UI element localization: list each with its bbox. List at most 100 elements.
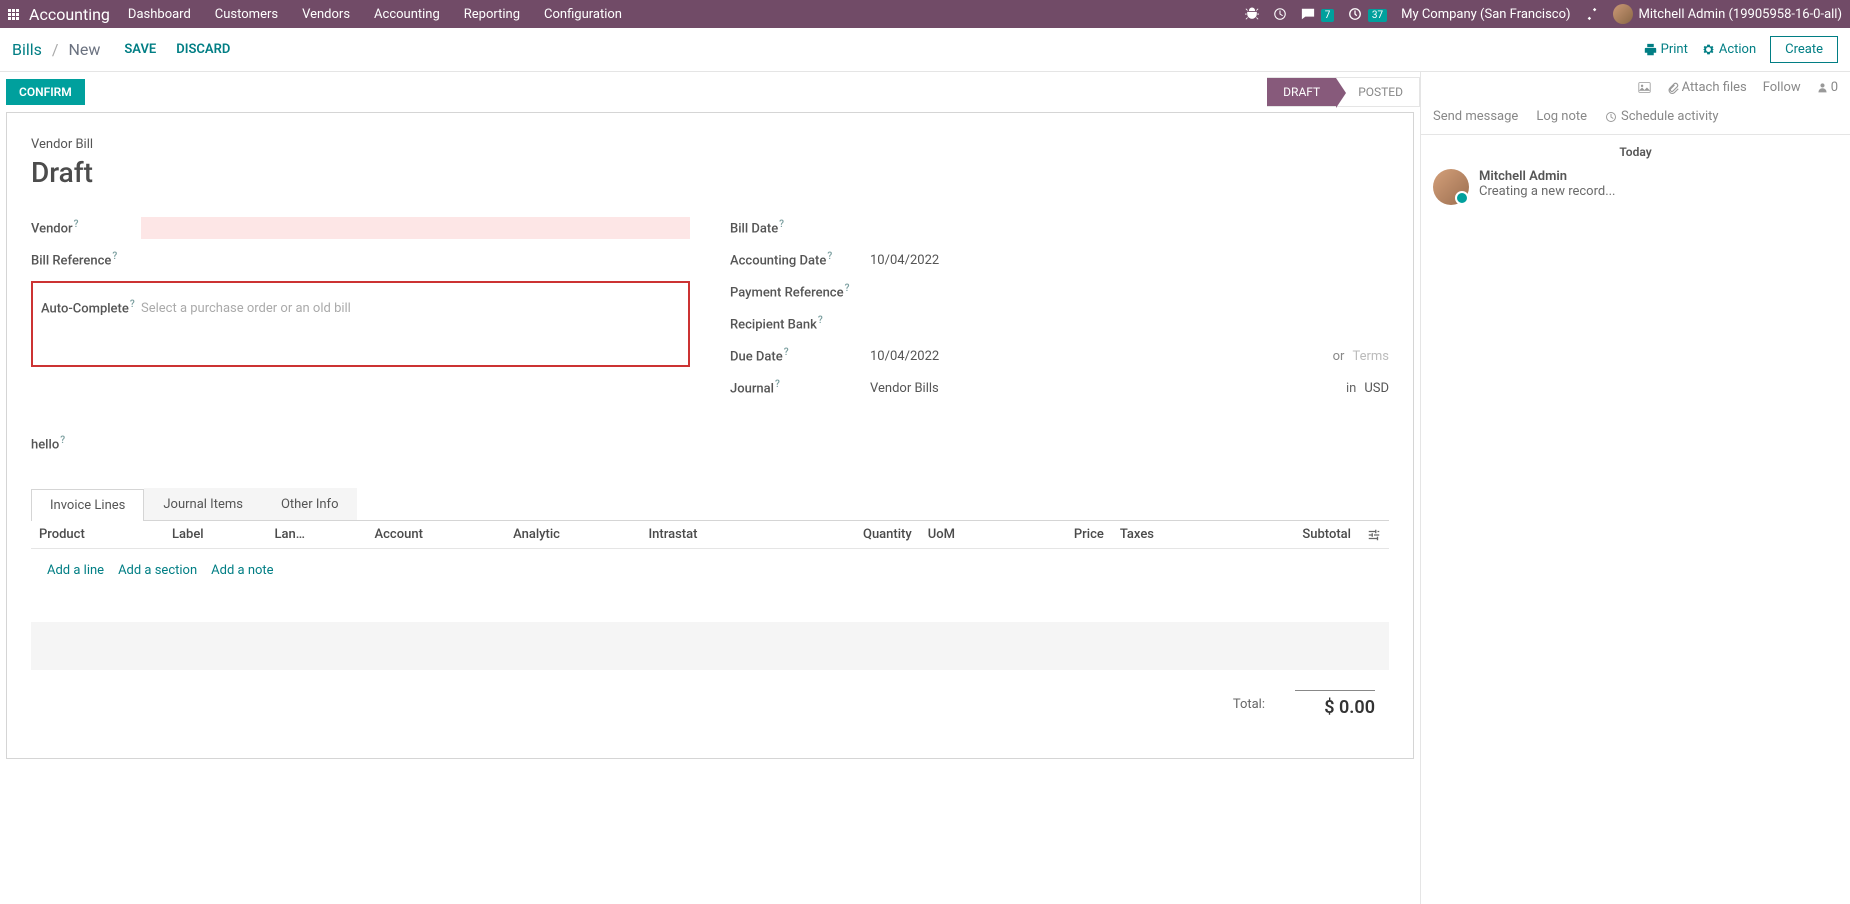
nav-dashboard[interactable]: Dashboard [128,7,191,22]
bill-date-input[interactable] [870,224,1389,232]
form-sheet: Vendor Bill Draft Vendor? Bill Reference… [6,112,1414,759]
clock-outline-icon [1605,111,1617,123]
confirm-button[interactable]: CONFIRM [6,79,85,105]
followers-count[interactable]: 0 [1817,80,1838,95]
add-line-link[interactable]: Add a line [47,563,104,578]
log-note-link[interactable]: Log note [1536,109,1587,124]
in-text: in [1346,381,1356,396]
user-name: Mitchell Admin (19905958-16-0-all) [1639,7,1842,22]
form-subtitle: Vendor Bill [31,137,1389,152]
send-message-link[interactable]: Send message [1433,109,1518,124]
breadcrumb: Bills / New [12,40,100,59]
msg-avatar [1433,169,1469,205]
user-avatar [1613,4,1633,24]
nav-accounting[interactable]: Accounting [374,7,440,22]
gear-icon [1702,43,1715,56]
sliders-icon [1367,528,1381,542]
pay-ref-input[interactable] [870,288,1389,296]
paperclip-icon [1667,82,1679,94]
label-journal: Journal? [730,379,870,396]
label-pay-ref: Payment Reference? [730,283,870,300]
image-icon [1638,81,1651,94]
th-price[interactable]: Price [1013,521,1112,549]
nav-reporting[interactable]: Reporting [464,7,520,22]
nav-vendors[interactable]: Vendors [302,7,350,22]
user-menu[interactable]: Mitchell Admin (19905958-16-0-all) [1613,4,1842,24]
tabs: Invoice Lines Journal Items Other Info [31,488,1389,521]
label-vendor: Vendor? [31,219,141,236]
bill-ref-input[interactable] [141,256,690,264]
nav-menu: Dashboard Customers Vendors Accounting R… [128,7,622,22]
attach-label: Attach files [1682,80,1747,95]
th-lan[interactable]: Lan… [267,521,367,549]
messages-icon[interactable]: 7 [1301,6,1334,22]
th-product[interactable]: Product [31,521,164,549]
top-navbar: Accounting Dashboard Customers Vendors A… [0,0,1850,28]
th-settings[interactable] [1359,521,1389,549]
th-subtotal[interactable]: Subtotal [1220,521,1359,549]
th-intrastat[interactable]: Intrastat [640,521,780,549]
recip-bank-input[interactable] [870,320,1389,328]
chatter-message: Mitchell Admin Creating a new record... [1421,169,1850,205]
form-title: Draft [31,156,1389,189]
vendor-input[interactable] [141,217,690,239]
person-icon [1817,82,1828,93]
journal-value[interactable]: Vendor Bills in USD [870,377,1389,400]
acct-date-value[interactable]: 10/04/2022 [870,249,1389,272]
activities-icon[interactable]: 37 [1348,6,1387,22]
th-label[interactable]: Label [164,521,267,549]
msg-text: Creating a new record... [1479,184,1616,199]
label-auto-complete: Auto-Complete? [41,299,141,316]
currency-value[interactable]: USD [1364,381,1389,396]
label-hello: hello? [31,435,1389,452]
discard-button[interactable]: DISCARD [176,42,230,57]
bug-icon[interactable] [1245,6,1259,22]
today-label: Today [1421,135,1850,169]
print-button[interactable]: Print [1644,42,1688,57]
th-quantity[interactable]: Quantity [780,521,919,549]
th-uom[interactable]: UoM [920,521,1013,549]
label-recip-bank: Recipient Bank? [730,315,870,332]
action-button[interactable]: Action [1702,42,1756,57]
attach-files-link[interactable]: Attach files [1667,80,1747,95]
breadcrumb-current: New [68,40,100,59]
control-bar: Bills / New SAVE DISCARD Print Action Cr… [0,28,1850,72]
auto-complete-input[interactable]: Select a purchase order or an old bill [141,297,680,320]
add-note-link[interactable]: Add a note [211,563,273,578]
th-taxes[interactable]: Taxes [1112,521,1220,549]
th-analytic[interactable]: Analytic [505,521,640,549]
stage-draft[interactable]: DRAFT [1267,77,1336,107]
printer-icon [1644,43,1657,56]
total-amount: $ 0.00 [1295,690,1375,718]
messages-badge: 7 [1321,9,1335,22]
clock-icon[interactable] [1273,6,1287,22]
apps-icon[interactable] [8,9,19,20]
terms-input[interactable]: Terms [1352,349,1389,364]
or-text: or [1333,349,1345,364]
follow-button[interactable]: Follow [1763,80,1801,95]
nav-configuration[interactable]: Configuration [544,7,622,22]
schedule-activity-link[interactable]: Schedule activity [1605,109,1719,124]
tab-invoice-lines[interactable]: Invoice Lines [31,489,144,521]
app-brand[interactable]: Accounting [29,5,110,24]
create-button[interactable]: Create [1770,36,1838,63]
nav-customers[interactable]: Customers [215,7,278,22]
tools-icon[interactable] [1585,6,1599,22]
view-attachments[interactable] [1638,81,1651,94]
activities-badge: 37 [1368,9,1387,22]
th-account[interactable]: Account [367,521,506,549]
main-content: CONFIRM DRAFT POSTED Vendor Bill Draft V… [0,72,1420,904]
print-label: Print [1661,42,1688,57]
company-switcher[interactable]: My Company (San Francisco) [1401,7,1570,22]
tab-journal-items[interactable]: Journal Items [144,488,262,520]
label-bill-ref: Bill Reference? [31,251,141,268]
msg-author: Mitchell Admin [1479,169,1616,184]
tab-other-info[interactable]: Other Info [262,488,358,520]
breadcrumb-root[interactable]: Bills [12,40,42,59]
save-button[interactable]: SAVE [124,42,156,57]
total-label: Total: [1233,697,1265,712]
stage-posted[interactable]: POSTED [1336,77,1420,107]
due-date-value[interactable]: 10/04/2022 or Terms [870,345,1389,368]
add-section-link[interactable]: Add a section [118,563,197,578]
invoice-lines-table: Product Label Lan… Account Analytic Intr… [31,521,1389,592]
